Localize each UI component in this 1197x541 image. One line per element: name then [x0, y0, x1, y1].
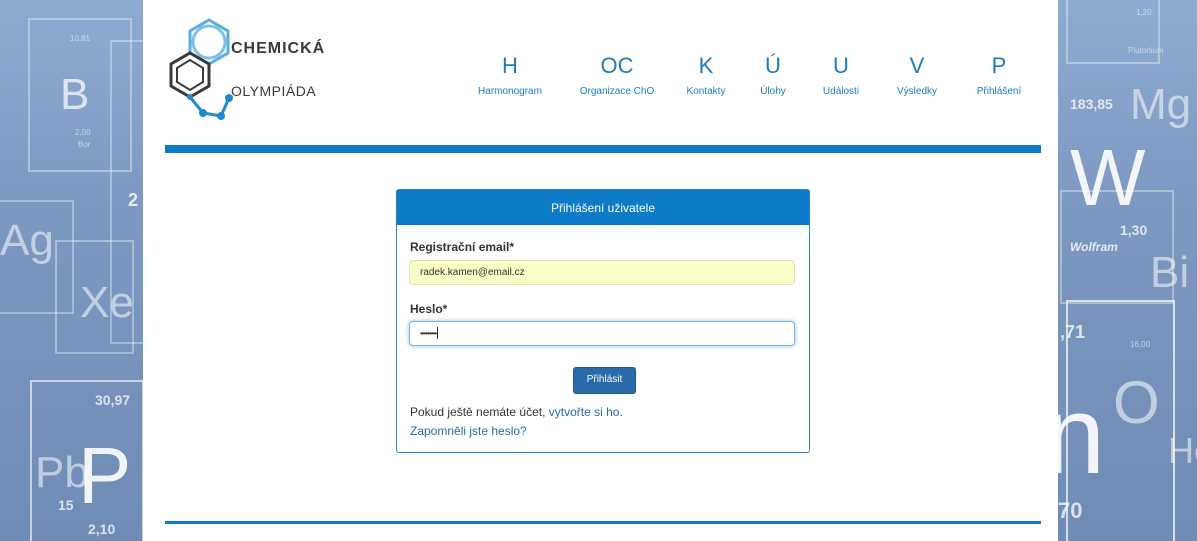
password-value: •••••••••: [420, 329, 437, 338]
bg-symbol-o: O: [1113, 369, 1160, 436]
nav-item-organizace[interactable]: OC Organizace ChO: [575, 52, 659, 97]
nav-label: Události: [822, 86, 860, 97]
bg-fifteen: 15: [58, 497, 74, 513]
bg-b-name: Bor: [78, 140, 91, 149]
forgot-password-row: Zapomněli jste heslo?: [410, 424, 527, 438]
register-hint: Pokud ještě nemáte účet, vytvořte si ho.: [410, 405, 623, 419]
nav-label: Harmonogram: [478, 86, 542, 97]
page-content: CHEMICKÁ OLYMPIÁDA H Harmonogram OC Orga…: [143, 0, 1058, 541]
nav-letter: P: [991, 53, 1007, 78]
nav-label: Kontakty: [686, 86, 726, 97]
bg-symbol-p: P: [78, 431, 132, 520]
nav-letter: OC: [600, 53, 634, 78]
bg-symbol-bi: Bi: [1150, 248, 1190, 297]
molecule-logo-icon: [169, 18, 233, 120]
logo-text-olympiada: OLYMPIÁDA: [231, 83, 317, 99]
bg-symbol-he: He: [1168, 430, 1197, 471]
login-panel: Přihlášení uživatele Registrační email* …: [396, 189, 810, 453]
bg-top-mass: 1,20: [1136, 8, 1152, 17]
bg-symbol-mg: Mg: [1130, 80, 1192, 129]
bg-symbol-b: B: [60, 70, 90, 119]
bg-b-en: 2,00: [75, 128, 91, 137]
bg-symbol-n: n: [1058, 374, 1106, 497]
nav-label: Úlohy: [760, 86, 786, 97]
background-right: 1,20 Plutonium 183,85 Mg W 1,30 Wolfram …: [1058, 0, 1197, 541]
nav-letter: U: [833, 53, 849, 78]
nav-item-harmonogram[interactable]: H Harmonogram: [475, 52, 545, 97]
logo-text-chemicka: CHEMICKÁ: [231, 40, 326, 57]
forgot-password-link[interactable]: Zapomněli jste heslo?: [410, 424, 527, 438]
nav-item-ulohy[interactable]: Ú Úlohy: [753, 52, 793, 97]
bg-p-en: 2,10: [88, 521, 116, 537]
nav-item-udalosti[interactable]: U Události: [815, 52, 867, 97]
bg-symbol-xe: Xe: [80, 278, 134, 327]
bg-top-name: Plutonium: [1128, 46, 1164, 55]
nav-letter: V: [909, 53, 925, 78]
nav-letter: K: [698, 53, 714, 78]
password-label: Heslo*: [410, 302, 448, 316]
nav-letter: H: [502, 53, 518, 78]
login-button[interactable]: Přihlásit: [573, 367, 636, 394]
bg-w-name: Wolfram: [1070, 240, 1118, 254]
nav-label: Organizace ChO: [579, 86, 655, 97]
nav-item-prihlaseni[interactable]: P Přihlášení: [969, 52, 1029, 97]
text-cursor: [437, 327, 439, 340]
nav-label: Výsledky: [896, 86, 937, 97]
bg-num71: ,71: [1060, 322, 1086, 342]
footer-divider: [165, 521, 1041, 524]
password-field[interactable]: •••••••••: [409, 321, 795, 346]
nav-label: Přihlášení: [976, 86, 1022, 97]
email-label: Registrační email*: [410, 240, 515, 254]
nav-item-vysledky[interactable]: V Výsledky: [891, 52, 943, 97]
bg-mg-mass: 183,85: [1070, 96, 1113, 112]
background-left: 10,81 B 2,00 Bor 2 Ag Xe 30,97 Pb P 15 2…: [0, 0, 143, 541]
nav-letter: Ú: [765, 53, 781, 78]
bg-b-mass: 10,81: [70, 34, 91, 43]
bg-symbol-w: W: [1070, 133, 1146, 222]
nav-item-kontakty[interactable]: K Kontakty: [681, 52, 731, 97]
email-field[interactable]: radek.kamen@email.cz: [409, 260, 795, 285]
register-link[interactable]: vytvořte si ho.: [549, 405, 623, 419]
header-divider: [165, 145, 1041, 153]
login-title: Přihlášení uživatele: [397, 190, 809, 225]
bg-symbol-ag: Ag: [0, 216, 54, 265]
bg-w-en: 1,30: [1120, 222, 1148, 238]
bg-sixteen: 16,00: [1130, 340, 1151, 349]
bg-number: 2: [128, 190, 139, 210]
site-logo[interactable]: CHEMICKÁ OLYMPIÁDA: [169, 16, 324, 126]
bg-p-mass: 30,97: [95, 392, 131, 408]
register-hint-text: Pokud ještě nemáte účet,: [410, 405, 546, 419]
bg-seventy: 70: [1058, 498, 1083, 523]
